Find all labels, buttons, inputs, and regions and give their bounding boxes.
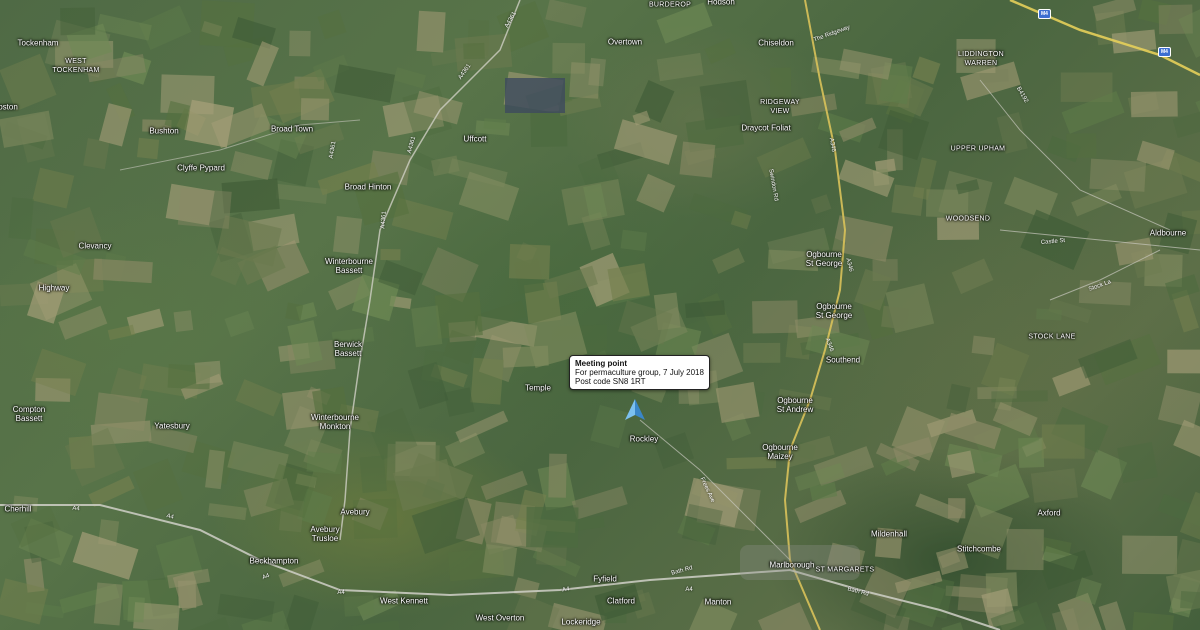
- place-label: Ogbourne Maizey: [762, 443, 798, 461]
- place-label: Beckhampton: [249, 556, 299, 566]
- place-label: Winterbourne Monkton: [310, 413, 360, 431]
- place-label: Axford: [1037, 508, 1061, 518]
- place-label: UPPER UPHAM: [950, 145, 1006, 153]
- meeting-point-callout[interactable]: Meeting point For permaculture group, 7 …: [569, 355, 710, 390]
- place-label: Ogbourne St Andrew: [776, 396, 814, 414]
- place-label: Hodson: [707, 0, 735, 7]
- motorway-shield-icon: M4: [1038, 9, 1051, 19]
- callout-title: Meeting point: [575, 359, 627, 368]
- location-marker-icon[interactable]: [624, 398, 646, 422]
- place-label: STOCK LANE: [1028, 333, 1076, 341]
- place-label: Winterbourne Bassett: [324, 257, 374, 275]
- place-label: Lockeridge: [561, 617, 601, 627]
- place-label: Avebury: [340, 507, 370, 517]
- place-label: Fyfield: [593, 574, 617, 584]
- place-label: Temple: [525, 383, 551, 393]
- place-label: Clevancy: [78, 241, 112, 251]
- place-label: Berwick Bassett: [333, 340, 363, 358]
- place-label: WOODSEND: [945, 215, 991, 223]
- place-label: Draycot Foliat: [741, 123, 791, 133]
- place-label: Uffcott: [463, 134, 487, 144]
- place-label: Highway: [38, 283, 70, 293]
- place-label: Clyffe Pypard: [177, 163, 225, 173]
- place-label: Tockenham: [17, 38, 59, 48]
- road-label: A4: [337, 590, 345, 596]
- callout-postcode: Post code SN8 1RT: [575, 377, 646, 386]
- place-label: Southend: [825, 355, 861, 365]
- place-label: West Kennett: [380, 596, 428, 606]
- place-label: Overtown: [607, 37, 643, 47]
- place-label: Avebury Trusloe: [310, 525, 340, 543]
- place-label: BURDEROP: [648, 1, 692, 9]
- place-label: WEST TOCKENHAM: [52, 58, 100, 74]
- place-label: Broad Hinton: [344, 182, 392, 192]
- place-label: ST MARGARETS: [815, 566, 875, 574]
- callout-description: For permaculture group, 7 July 2018: [575, 368, 704, 377]
- place-label: Stitchcombe: [956, 544, 1002, 554]
- place-label: Bushton: [149, 126, 179, 136]
- road-minor: [979, 79, 1171, 231]
- road-label: A4: [72, 505, 80, 513]
- road-label: A4: [685, 587, 693, 593]
- place-label: Ogbourne St George: [815, 302, 853, 320]
- place-label: Chiseldon: [758, 38, 794, 48]
- place-label: oston: [0, 102, 18, 112]
- motorway-shield-icon: M4: [1158, 47, 1171, 57]
- road-minor: [639, 419, 791, 561]
- road-label: A4: [561, 586, 571, 594]
- place-label: Rockley: [629, 434, 659, 444]
- place-label: Clatford: [606, 596, 636, 606]
- place-label: Cherhill: [4, 504, 32, 514]
- place-label: Manton: [704, 597, 732, 607]
- place-label: Ogbourne St George: [805, 250, 843, 268]
- road-minor: [1049, 249, 1161, 301]
- place-label: West Overton: [475, 613, 525, 623]
- place-label: Aldbourne: [1149, 228, 1187, 238]
- place-label: RIDGEWAY VIEW: [760, 99, 800, 115]
- place-label: Yatesbury: [154, 421, 190, 431]
- place-label: Mildenhall: [870, 529, 908, 539]
- place-label: Compton Bassett: [12, 405, 46, 423]
- place-label: Marlborough: [769, 560, 815, 570]
- solar-farm: [505, 78, 565, 113]
- satellite-map[interactable]: Tockenham WEST TOCKENHAM Broad Town Bushton C…: [0, 0, 1200, 630]
- place-label: Broad Town: [270, 124, 314, 134]
- place-label: LIDDINGTON WARREN: [957, 51, 1005, 67]
